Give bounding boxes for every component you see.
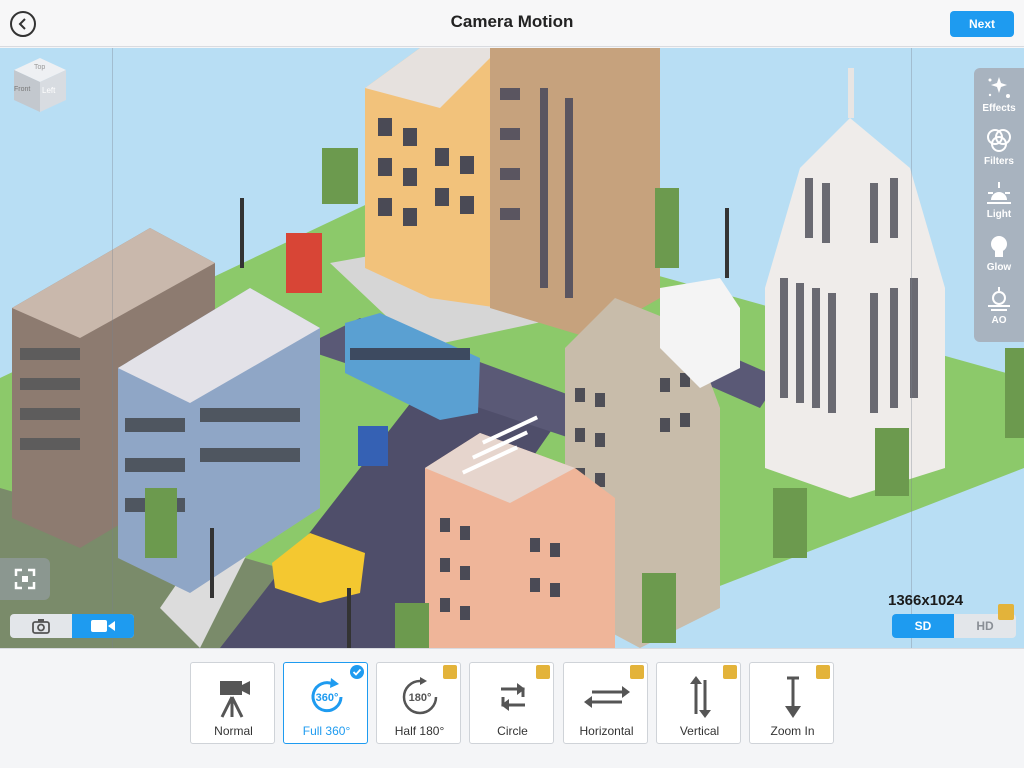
camera-motion-bar: Normal 360° Full 360° 180° Half 180° Cir… [0, 648, 1024, 768]
video-camera-icon [91, 620, 115, 632]
effects-tool-panel: Effects Filters Light Glow AO [974, 68, 1024, 342]
tool-effects[interactable]: Effects [974, 74, 1024, 127]
frame-guide-left [112, 48, 113, 648]
motion-normal[interactable]: Normal [190, 662, 275, 744]
crown-icon [998, 604, 1014, 620]
capture-mode-toggle [10, 614, 134, 638]
quality-toggle: SD HD [892, 604, 1016, 638]
tool-label: Glow [986, 262, 1012, 273]
rotate-360-text: 360° [315, 692, 338, 704]
rotate-180-icon: 180° [402, 677, 437, 715]
tool-ao[interactable]: AO [974, 286, 1024, 339]
view-cube[interactable]: Top Front Left [12, 56, 68, 114]
scene-viewport[interactable]: Top Front Left Effects Filters Light Glo… [0, 48, 1024, 648]
chevron-left-icon [18, 18, 26, 30]
video-mode-button[interactable] [72, 614, 134, 638]
view-cube-front-label: Front [14, 86, 31, 93]
motion-label: Normal [214, 724, 253, 738]
motion-half-180[interactable]: 180° Half 180° [376, 662, 461, 744]
rotate-360-icon: 360° [311, 678, 342, 713]
quality-hd-button[interactable]: HD [954, 604, 1016, 638]
motion-horizontal[interactable]: Horizontal [563, 662, 648, 744]
motion-label: Half 180° [394, 724, 445, 738]
photo-mode-button[interactable] [10, 614, 72, 638]
quality-hd-label: HD [976, 619, 994, 633]
zoom-in-arrow-icon [784, 676, 801, 718]
fullscreen-button[interactable] [0, 558, 50, 600]
motion-label: Full 360° [302, 724, 351, 738]
motion-label: Zoom In [770, 724, 815, 738]
motion-vertical[interactable]: Vertical [656, 662, 741, 744]
top-bar: Camera Motion Next [0, 0, 1024, 47]
tool-glow[interactable]: Glow [974, 233, 1024, 286]
fullscreen-icon [14, 568, 36, 590]
tripod-camera-icon [219, 681, 250, 718]
circle-arrows-icon [500, 683, 525, 711]
sun-haze-icon [988, 287, 1010, 311]
frame-guide-right [911, 48, 912, 648]
sparkles-icon [988, 77, 1010, 98]
tool-label: Light [986, 209, 1012, 220]
motion-label: Vertical [679, 724, 720, 738]
tool-label: AO [991, 315, 1007, 326]
tool-label: Effects [982, 103, 1016, 114]
tool-label: Filters [983, 156, 1014, 167]
quality-sd-button[interactable]: SD [892, 614, 954, 638]
back-button[interactable] [10, 11, 36, 37]
rotate-180-text: 180° [408, 692, 431, 704]
lightbulb-icon [991, 236, 1007, 257]
motion-circle[interactable]: Circle [469, 662, 554, 744]
view-cube-left-label: Left [42, 86, 56, 95]
motion-label: Circle [497, 724, 528, 738]
sunrise-icon [987, 182, 1011, 204]
motion-full-360[interactable]: 360° Full 360° [283, 662, 368, 744]
view-cube-top-label: Top [34, 64, 46, 71]
city-scene-illustration [0, 48, 1024, 648]
next-button[interactable]: Next [950, 11, 1014, 37]
horizontal-arrows-icon [583, 686, 630, 708]
tool-filters[interactable]: Filters [974, 127, 1024, 180]
filters-icon [987, 129, 1011, 152]
motion-label: Horizontal [579, 724, 634, 738]
tool-light[interactable]: Light [974, 180, 1024, 233]
vertical-arrows-icon [689, 676, 711, 718]
resolution-label: 1366x1024 [888, 592, 964, 609]
page-title: Camera Motion [450, 12, 574, 31]
motion-zoom-in[interactable]: Zoom In [749, 662, 834, 744]
camera-icon [32, 619, 50, 634]
